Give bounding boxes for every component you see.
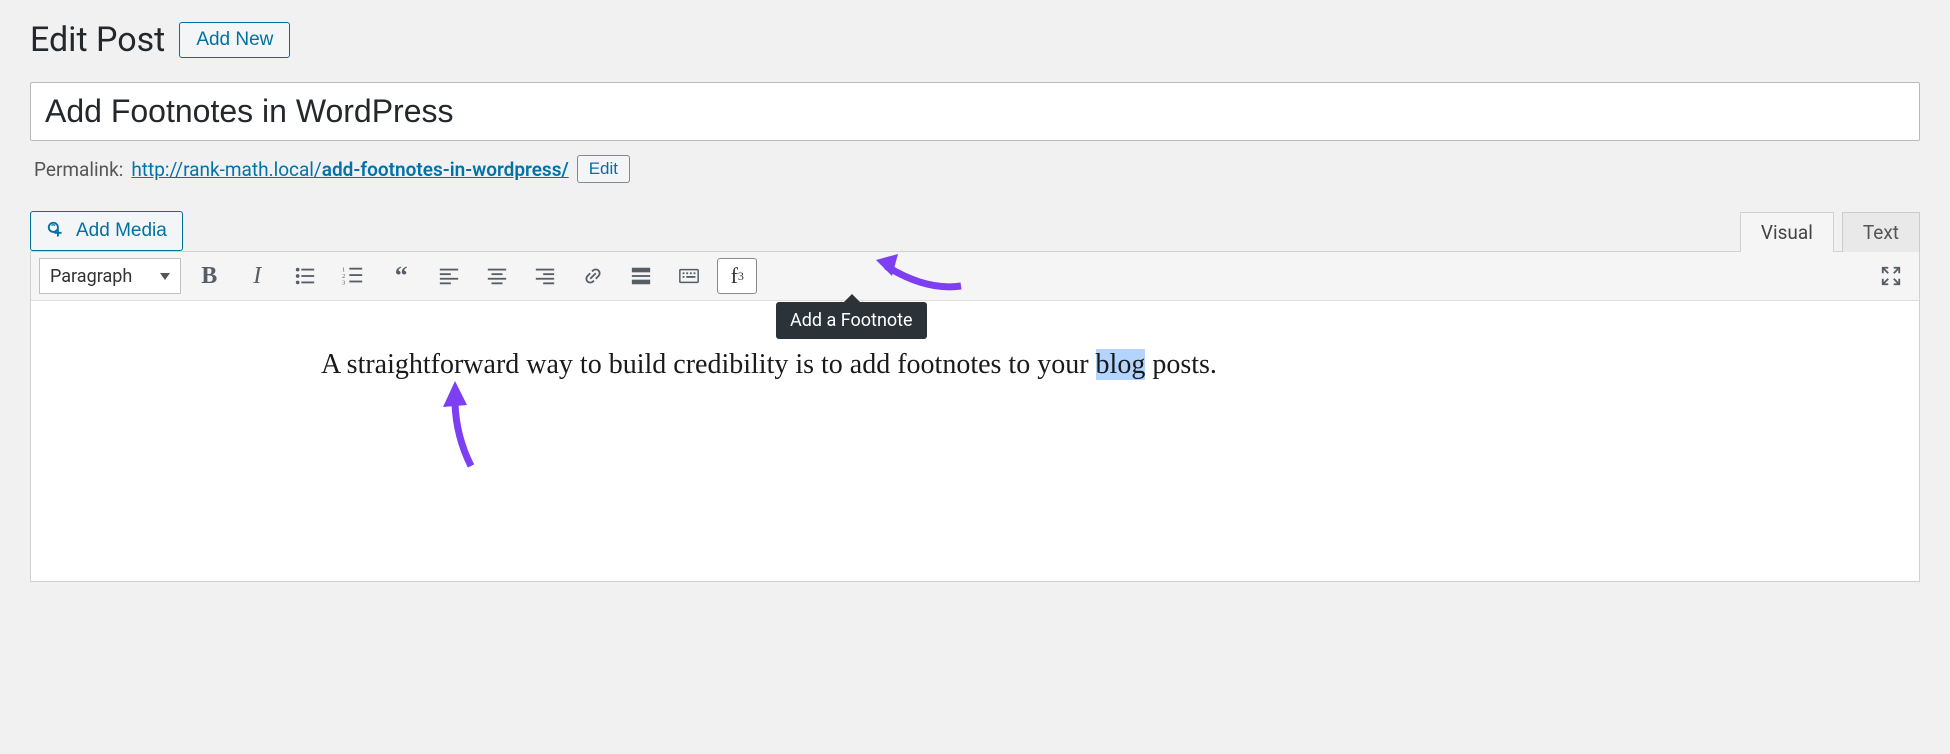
tab-visual[interactable]: Visual	[1740, 212, 1834, 252]
align-right-button[interactable]	[525, 258, 565, 294]
editor-wrap: Paragraph B I 123 “ f3	[30, 251, 1920, 582]
link-icon	[582, 265, 604, 287]
toolbar-toggle-button[interactable]	[669, 258, 709, 294]
read-more-button[interactable]	[621, 258, 661, 294]
content-paragraph[interactable]: A straightforward way to build credibili…	[321, 341, 1629, 389]
editor-toolbar: Paragraph B I 123 “ f3	[31, 252, 1919, 301]
add-new-button[interactable]: Add New	[179, 22, 290, 58]
permalink-link[interactable]: http://rank-math.local/add-footnotes-in-…	[131, 158, 568, 181]
content-highlight: blog	[1096, 349, 1146, 380]
edit-permalink-button[interactable]: Edit	[577, 155, 630, 183]
page-title: Edit Post	[30, 20, 165, 60]
blockquote-button[interactable]: “	[381, 258, 421, 294]
caret-down-icon	[160, 273, 170, 280]
permalink-base: http://rank-math.local/	[131, 158, 321, 181]
add-footnote-button[interactable]: f3	[717, 258, 757, 294]
numbered-list-button[interactable]: 123	[333, 258, 373, 294]
media-icon	[46, 220, 68, 242]
footnote-sup: 3	[738, 269, 744, 284]
bullet-list-button[interactable]	[285, 258, 325, 294]
italic-button[interactable]: I	[237, 258, 277, 294]
footnote-f: f	[731, 263, 738, 289]
svg-text:3: 3	[342, 279, 345, 286]
editor-content[interactable]: A straightforward way to build credibili…	[31, 301, 1919, 581]
link-button[interactable]	[573, 258, 613, 294]
tab-text[interactable]: Text	[1842, 212, 1920, 252]
read-more-icon	[630, 265, 652, 287]
align-center-button[interactable]	[477, 258, 517, 294]
fullscreen-button[interactable]	[1871, 258, 1911, 294]
permalink-row: Permalink: http://rank-math.local/add-fo…	[34, 155, 1916, 183]
align-right-icon	[534, 265, 556, 287]
editor-tabs: Visual Text	[1740, 211, 1920, 251]
permalink-slug: add-footnotes-in-wordpress/	[322, 158, 569, 181]
bullet-list-icon	[294, 265, 316, 287]
align-left-button[interactable]	[429, 258, 469, 294]
format-select[interactable]: Paragraph	[39, 258, 181, 294]
format-select-label: Paragraph	[50, 266, 132, 287]
keyboard-icon	[678, 265, 700, 287]
numbered-list-icon: 123	[342, 265, 364, 287]
permalink-label: Permalink:	[34, 158, 123, 181]
post-title-input[interactable]	[30, 82, 1920, 141]
content-before: A straightforward way to build credibili…	[321, 349, 1096, 380]
fullscreen-icon	[1880, 265, 1902, 287]
align-center-icon	[486, 265, 508, 287]
add-media-label: Add Media	[76, 220, 167, 242]
annotation-arrow-content	[431, 381, 491, 471]
align-left-icon	[438, 265, 460, 287]
bold-button[interactable]: B	[189, 258, 229, 294]
add-media-button[interactable]: Add Media	[30, 211, 183, 251]
annotation-arrow-toolbar	[876, 246, 966, 296]
content-after: posts.	[1145, 349, 1217, 380]
